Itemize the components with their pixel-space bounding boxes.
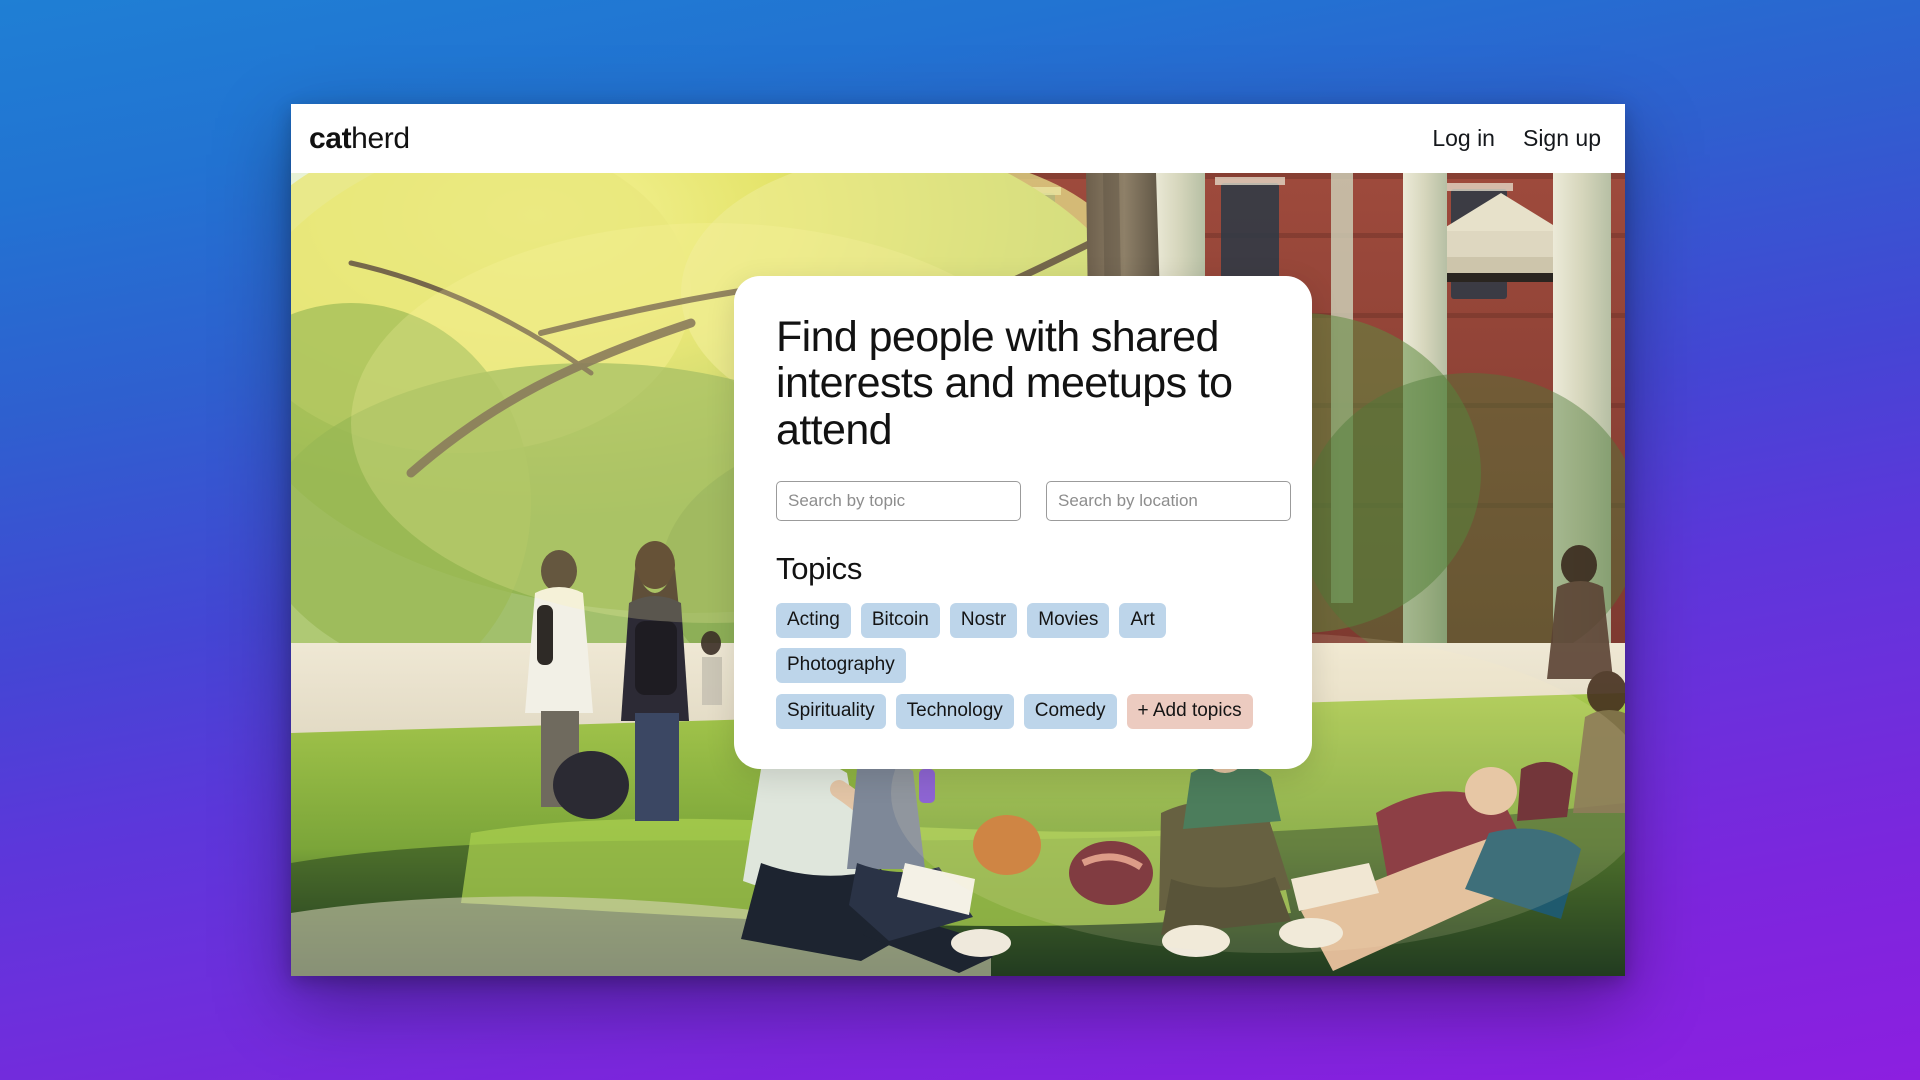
hero-card: Find people with shared interests and me… (734, 276, 1312, 769)
site-header: catherd Log in Sign up (291, 104, 1625, 173)
nav-link-login[interactable]: Log in (1432, 125, 1495, 152)
add-topics-button[interactable]: + Add topics (1126, 694, 1253, 729)
topic-tag-spirituality[interactable]: Spirituality (776, 694, 886, 729)
topic-tag-row: Acting Bitcoin Nostr Movies Art Photogra… (776, 603, 1270, 683)
topic-tag-bitcoin[interactable]: Bitcoin (860, 603, 940, 639)
topic-tag-technology[interactable]: Technology (895, 694, 1014, 729)
topic-tag-list: Acting Bitcoin Nostr Movies Art Photogra… (776, 603, 1270, 729)
topic-tag-acting[interactable]: Acting (776, 603, 851, 639)
hero-section: Find people with shared interests and me… (291, 173, 1625, 976)
logo[interactable]: catherd (307, 121, 410, 155)
search-topic-input[interactable] (776, 481, 1021, 522)
topic-tag-comedy[interactable]: Comedy (1023, 694, 1117, 729)
topic-tag-nostr[interactable]: Nostr (949, 603, 1018, 639)
browser-window: catherd Log in Sign up Find people with … (291, 104, 1625, 976)
header-nav: Log in Sign up (1432, 125, 1607, 152)
page-title: Find people with shared interests and me… (776, 313, 1233, 454)
topic-tag-photography[interactable]: Photography (776, 648, 906, 683)
topic-tag-movies[interactable]: Movies (1027, 603, 1110, 639)
topics-heading: Topics (776, 551, 863, 587)
logo-rest: herd (351, 121, 410, 155)
search-row (776, 481, 1291, 522)
search-location-input[interactable] (1046, 481, 1291, 522)
topic-tag-row: Spirituality Technology Comedy + Add top… (776, 694, 1270, 729)
nav-link-signup[interactable]: Sign up (1523, 125, 1601, 152)
topic-tag-art[interactable]: Art (1119, 603, 1166, 639)
logo-mark: cat (309, 121, 352, 155)
